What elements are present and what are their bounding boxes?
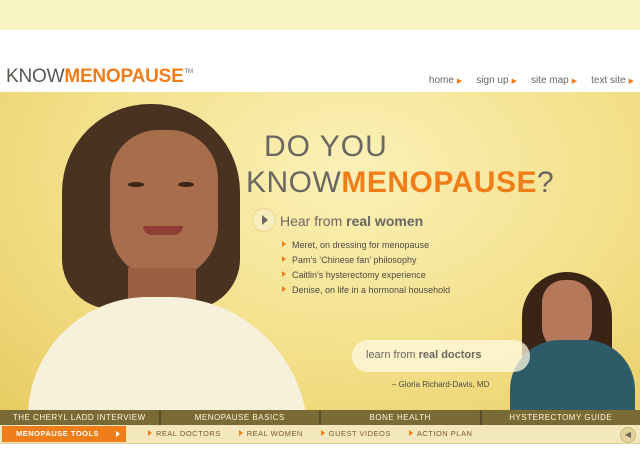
- arrow-right-icon: ▶: [456, 78, 463, 85]
- nav-home-label: home: [428, 75, 454, 86]
- hero-woman-eye-left: [128, 182, 144, 187]
- list-item[interactable]: Meret, on dressing for menopause: [282, 238, 450, 253]
- top-banner-strip: [0, 0, 640, 30]
- arrow-right-icon: [408, 430, 413, 436]
- speaker-icon[interactable]: ◀: [620, 427, 636, 443]
- site-logo[interactable]: KNOWMENOPAUSETM: [6, 66, 193, 88]
- tab-bone-health[interactable]: BONE HEALTH: [321, 410, 480, 425]
- tools-link-guest-videos[interactable]: GUEST VIDEOS: [320, 429, 391, 438]
- hear-bold: real women: [346, 213, 424, 229]
- list-item[interactable]: Caitlin's hysterectomy experience: [282, 268, 450, 283]
- headline-know: KNOW: [246, 166, 342, 199]
- chevron-right-icon: [116, 431, 120, 437]
- nav-sign-up[interactable]: sign up ▶: [476, 75, 517, 86]
- nav-home[interactable]: home ▶: [429, 75, 462, 86]
- nav-site-map[interactable]: site map ▶: [531, 75, 577, 86]
- list-item-label: Pam's ‘Chinese fan’ philosophy: [292, 255, 417, 265]
- list-item-label: Caitlin's hysterectomy experience: [292, 270, 426, 280]
- doctors-prefix: learn from: [366, 349, 419, 361]
- arrow-right-icon: [238, 430, 243, 436]
- list-item-label: Denise, on life in a hormonal household: [292, 285, 451, 295]
- top-nav: home ▶ sign up ▶ site map ▶ text site ▶: [429, 75, 634, 86]
- arrow-right-icon: ▶: [628, 78, 634, 85]
- tools-link-action-plan[interactable]: ACTION PLAN: [408, 429, 473, 438]
- hero-woman-body: [28, 297, 308, 410]
- arrow-right-icon: [282, 286, 286, 292]
- site-header: KNOWMENOPAUSETM home ▶ sign up ▶ site map ▶…: [0, 62, 640, 92]
- hero-woman-face: [110, 130, 218, 280]
- tools-link-label: ACTION PLAN: [416, 429, 473, 438]
- tab-menopause-basics[interactable]: MENOPAUSE BASICS: [160, 410, 319, 425]
- real-women-list: Meret, on dressing for menopause Pam's ‘…: [282, 238, 450, 298]
- headline-do-you: DO YOU: [264, 130, 388, 163]
- doctors-label: learn from real doctors: [366, 349, 482, 361]
- section-tabs: THE CHERYL LADD INTERVIEW MENOPAUSE BASI…: [0, 410, 640, 425]
- logo-know: KNOW: [6, 66, 65, 87]
- tools-link-real-doctors[interactable]: REAL DOCTORS: [148, 429, 221, 438]
- hear-prefix: Hear from: [280, 213, 347, 229]
- nav-text-site[interactable]: text site ▶: [591, 75, 634, 86]
- tools-link-label: REAL WOMEN: [246, 429, 303, 438]
- hero-woman-mouth: [143, 226, 183, 235]
- arrow-right-icon: ▶: [511, 78, 517, 85]
- tools-link-label: REAL DOCTORS: [156, 429, 221, 438]
- logo-menopause: MENOPAUSE: [64, 66, 184, 87]
- tab-cheryl-ladd-interview[interactable]: THE CHERYL LADD INTERVIEW: [0, 410, 159, 425]
- logo-tm: TM: [184, 69, 193, 75]
- tools-link-real-women[interactable]: REAL WOMEN: [238, 429, 303, 438]
- doctors-bold: real doctors: [418, 349, 482, 361]
- nav-text-site-label: text site: [591, 75, 626, 86]
- learn-real-doctors-button[interactable]: learn from real doctors: [352, 340, 530, 372]
- hero-banner: DO YOU KNOWMENOPAUSE? Hear from real wom…: [0, 92, 640, 410]
- list-item[interactable]: Pam's ‘Chinese fan’ philosophy: [282, 253, 450, 268]
- headline-know-menopause: KNOWMENOPAUSE?: [246, 166, 554, 200]
- arrow-right-icon: [282, 241, 286, 247]
- list-item-label: Meret, on dressing for menopause: [292, 240, 430, 250]
- hear-real-women-link[interactable]: Hear from real women: [280, 213, 423, 229]
- play-icon[interactable]: [252, 208, 276, 232]
- tools-links: REAL DOCTORS REAL WOMEN GUEST VIDEOS ACT…: [148, 429, 472, 438]
- tools-label-text: MENOPAUSE TOOLS: [16, 429, 100, 438]
- arrow-right-icon: ▶: [571, 78, 578, 85]
- menopause-tools-bar: MENOPAUSE TOOLS REAL DOCTORS REAL WOMEN …: [0, 425, 640, 444]
- headline-brand: MENOPAUSE: [341, 166, 537, 199]
- arrow-right-icon: [282, 256, 286, 262]
- tab-hysterectomy-guide[interactable]: HYSTERECTOMY GUIDE: [481, 410, 640, 425]
- arrow-right-icon: [148, 430, 152, 436]
- doctor-name: – Gloria Richard-Davis, MD: [392, 380, 490, 389]
- arrow-right-icon: [282, 271, 286, 277]
- arrow-right-icon: [320, 430, 325, 436]
- nav-sign-up-label: sign up: [476, 75, 509, 86]
- headline-question: ?: [536, 166, 555, 199]
- nav-site-map-label: site map: [530, 75, 569, 86]
- menopause-tools-button[interactable]: MENOPAUSE TOOLS: [2, 426, 126, 442]
- hero-woman-eye-right: [178, 182, 194, 187]
- list-item[interactable]: Denise, on life in a hormonal household: [282, 283, 450, 298]
- tools-link-label: GUEST VIDEOS: [328, 429, 391, 438]
